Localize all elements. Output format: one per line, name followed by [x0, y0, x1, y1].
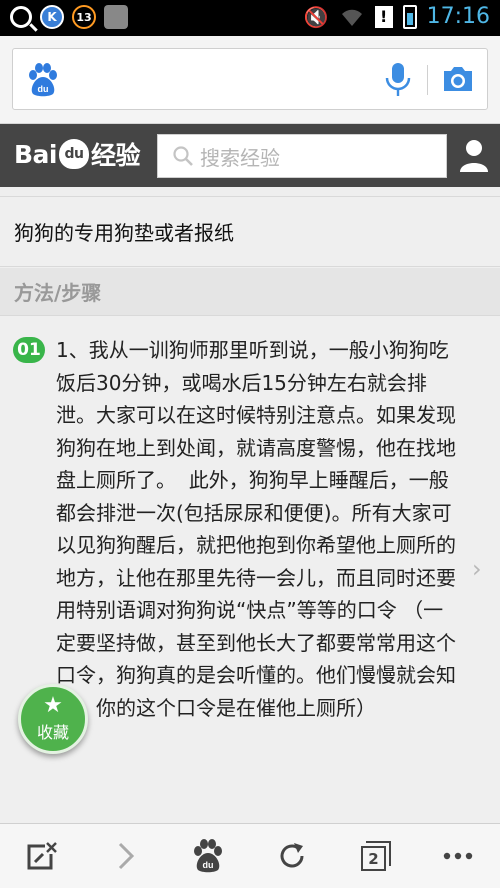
refresh-button[interactable] [270, 834, 314, 878]
svg-text:du: du [203, 860, 214, 870]
step-number-badge: 01 [13, 337, 45, 363]
logo-bai: Bai [14, 139, 58, 169]
favorite-label: 收藏 [36, 723, 69, 742]
status-bar-right: 🔇 ! 17:16 [304, 4, 490, 29]
forward-button[interactable] [104, 834, 148, 878]
section-title: 方法/步骤 [14, 281, 102, 305]
clock: 17:16 [426, 4, 490, 29]
logo-jingyan: 经验 [91, 141, 141, 170]
k-app-icon: K [40, 5, 64, 29]
baidu-home-icon: du [194, 839, 222, 873]
site-search-input[interactable]: 搜索经验 [157, 134, 447, 178]
list-item-text: 狗狗的专用狗垫或者报纸 [14, 221, 234, 245]
baidu-home-button[interactable]: du [186, 834, 230, 878]
baidu-jingyan-logo[interactable]: Bai du 经验 [14, 136, 141, 172]
app-icon [104, 5, 128, 29]
alert-icon: ! [374, 5, 393, 28]
user-icon[interactable] [458, 138, 490, 174]
logo-du: du [59, 139, 89, 169]
tabs-button[interactable]: 2 [354, 834, 398, 878]
status-bar-left: K 13 [10, 5, 128, 29]
browser-address-bar: du [0, 36, 500, 124]
chevron-right-icon[interactable]: › [472, 555, 482, 583]
close-tab-icon [27, 842, 57, 870]
baidu-paw-icon: du [29, 63, 57, 97]
svg-text:du: du [38, 84, 49, 94]
site-header: Bai du 经验 搜索经验 [0, 124, 500, 187]
search-icon [10, 6, 32, 28]
bottom-toolbar: du 2 [0, 823, 500, 888]
section-header: 方法/步骤 [0, 268, 500, 316]
search-placeholder: 搜索经验 [200, 145, 280, 170]
list-item: 狗狗的专用狗垫或者报纸 [0, 197, 500, 267]
notification-13-icon: 13 [72, 5, 96, 29]
camera-icon[interactable] [441, 64, 475, 94]
wifi-icon [341, 9, 362, 26]
previous-item-edge [0, 187, 500, 197]
forward-icon [118, 842, 135, 870]
tabs-count: 2 [361, 846, 386, 871]
search-icon [173, 146, 193, 166]
address-divider [427, 65, 428, 95]
mute-icon: 🔇 [303, 4, 329, 29]
close-tab-button[interactable] [20, 834, 64, 878]
favorite-button[interactable]: ★ 收藏 [18, 684, 88, 754]
star-icon: ★ [43, 693, 63, 718]
refresh-icon [280, 843, 304, 868]
battery-icon [402, 4, 417, 29]
step-text: 1、我从一训狗师那里听到说，一般小狗狗吃饭后30分钟，或喝水后15分钟左右就会排… [56, 338, 456, 720]
more-icon [443, 852, 473, 860]
microphone-icon[interactable] [385, 63, 411, 97]
status-bar: K 13 🔇 ! 17:16 [0, 0, 500, 36]
tabs-icon: 2 [361, 841, 391, 871]
address-input[interactable]: du [12, 48, 488, 110]
more-button[interactable] [436, 834, 480, 878]
